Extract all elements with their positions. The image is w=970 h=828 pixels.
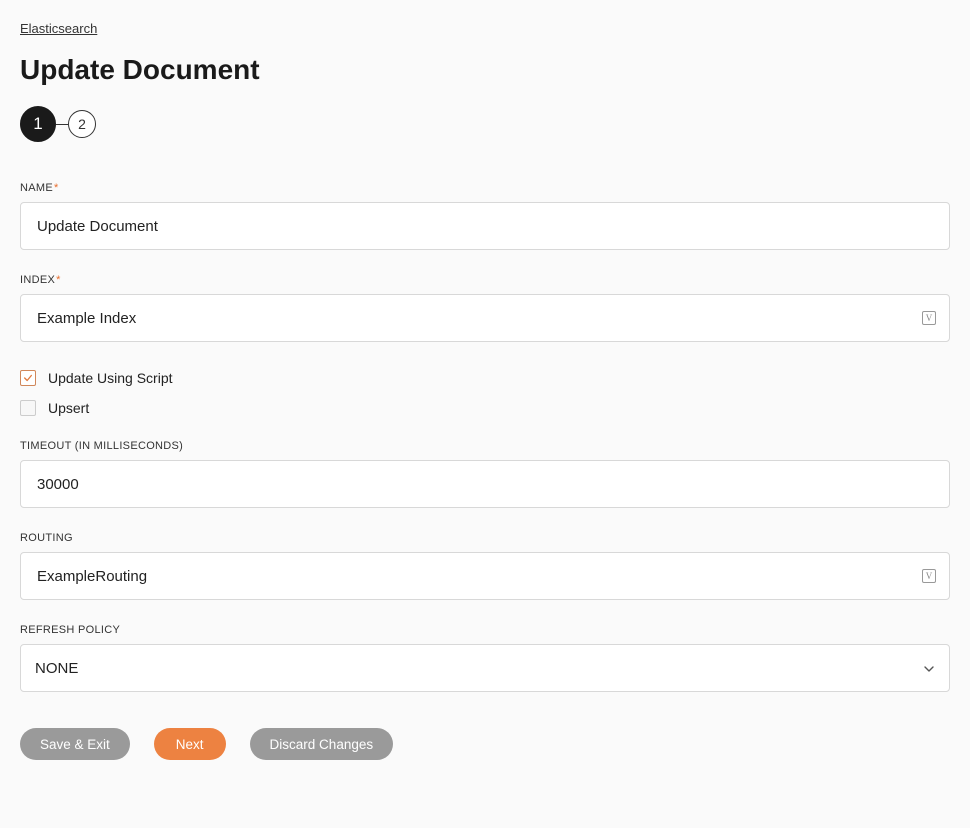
step-2[interactable]: 2: [68, 110, 96, 138]
name-input-wrapper: [20, 202, 950, 250]
step-connector: [56, 124, 68, 125]
name-label: NAME*: [20, 182, 950, 194]
refresh-policy-label: REFRESH POLICY: [20, 624, 950, 636]
update-using-script-checkbox[interactable]: Update Using Script: [20, 370, 950, 386]
index-input-wrapper: V: [20, 294, 950, 342]
index-input[interactable]: [35, 295, 935, 341]
refresh-policy-value: NONE: [35, 660, 78, 677]
step-1[interactable]: 1: [20, 106, 56, 142]
stepper: 1 2: [20, 106, 950, 142]
timeout-input-wrapper: [20, 460, 950, 508]
upsert-checkbox[interactable]: Upsert: [20, 400, 950, 416]
discard-changes-button[interactable]: Discard Changes: [250, 728, 394, 760]
chevron-down-icon: [923, 663, 933, 673]
refresh-policy-select[interactable]: NONE: [20, 644, 950, 692]
routing-label: ROUTING: [20, 532, 950, 544]
save-and-exit-button[interactable]: Save & Exit: [20, 728, 130, 760]
name-input[interactable]: [35, 203, 935, 249]
variable-icon[interactable]: V: [921, 310, 937, 326]
index-label: INDEX*: [20, 274, 950, 286]
breadcrumb-elasticsearch[interactable]: Elasticsearch: [20, 21, 97, 36]
upsert-label: Upsert: [48, 400, 89, 416]
update-using-script-label: Update Using Script: [48, 370, 173, 386]
timeout-label: TIMEOUT (IN MILLISECONDS): [20, 440, 950, 452]
routing-input[interactable]: [35, 553, 935, 599]
timeout-input[interactable]: [35, 461, 935, 507]
variable-icon[interactable]: V: [921, 568, 937, 584]
next-button[interactable]: Next: [154, 728, 226, 760]
page-title: Update Document: [20, 54, 950, 86]
checkbox-checked-icon: [20, 370, 36, 386]
routing-input-wrapper: V: [20, 552, 950, 600]
checkbox-unchecked-icon: [20, 400, 36, 416]
